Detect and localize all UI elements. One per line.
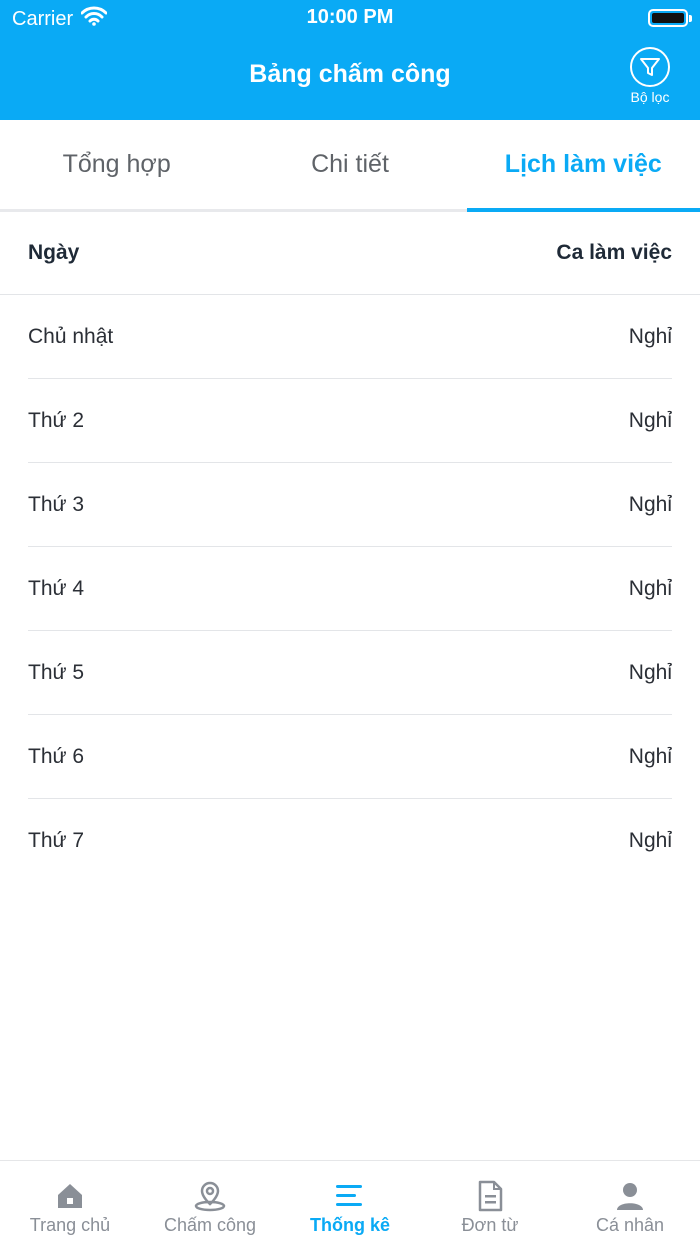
row-day: Thứ 5 [28, 660, 85, 684]
page-title: Bảng chấm công [249, 60, 451, 88]
row-shift: Nghỉ [628, 324, 672, 348]
status-bar: Carrier 10:00 PM [0, 0, 700, 36]
nav-requests-label: Đơn từ [461, 1215, 519, 1235]
status-time: 10:00 PM [306, 6, 394, 28]
nav-statistics[interactable]: Thống kê [280, 1161, 420, 1244]
nav-requests[interactable]: Đơn từ [420, 1161, 560, 1244]
nav-profile-label: Cá nhân [595, 1215, 665, 1235]
row-day: Chủ nhật [28, 324, 114, 348]
row-day: Thứ 2 [28, 408, 85, 432]
location-pin-icon [193, 1179, 227, 1213]
list-lines-icon [335, 1179, 365, 1213]
row-day: Thứ 3 [28, 492, 85, 516]
bottom-tab-bar: Trang chủ Chấm công Thống kê Đơn từ Cá n… [0, 1160, 700, 1244]
nav-profile[interactable]: Cá nhân [560, 1161, 700, 1244]
row-shift: Nghỉ [628, 576, 672, 600]
table-row: Thứ 2 Nghỉ [28, 379, 672, 463]
app-header: Carrier 10:00 PM Bảng chấm công Bộ lọc [0, 0, 700, 120]
table-row: Chủ nhật Nghỉ [28, 295, 672, 379]
tab-work-schedule[interactable]: Lịch làm việc [466, 120, 700, 212]
home-icon [55, 1179, 85, 1213]
filter-label: Bộ lọc [630, 89, 670, 105]
table-row: Thứ 5 Nghỉ [28, 631, 672, 715]
column-header-day: Ngày [28, 241, 80, 264]
row-shift: Nghỉ [628, 492, 672, 516]
table-row: Thứ 3 Nghỉ [28, 463, 672, 547]
row-shift: Nghỉ [628, 408, 672, 432]
nav-statistics-label: Thống kê [310, 1215, 390, 1235]
column-header-shift: Ca làm việc [556, 241, 672, 264]
row-day: Thứ 6 [28, 744, 85, 768]
nav-home-label: Trang chủ [29, 1215, 111, 1235]
nav-check-in[interactable]: Chấm công [140, 1161, 280, 1244]
schedule-list: Chủ nhật Nghỉ Thứ 2 Nghỉ Thứ 3 Nghỉ Thứ … [28, 295, 672, 883]
filter-button[interactable]: Bộ lọc [622, 47, 678, 105]
user-icon [615, 1179, 645, 1213]
document-icon [476, 1179, 504, 1213]
nav-home[interactable]: Trang chủ [0, 1161, 140, 1244]
row-shift: Nghỉ [628, 829, 672, 852]
tab-summary[interactable]: Tổng hợp [0, 120, 233, 209]
filter-icon [630, 47, 670, 87]
table-row: Thứ 4 Nghỉ [28, 547, 672, 631]
table-header: Ngày Ca làm việc [0, 212, 700, 295]
segment-tabs: Tổng hợp Chi tiết Lịch làm việc [0, 120, 700, 212]
row-shift: Nghỉ [628, 660, 672, 684]
row-day: Thứ 4 [28, 576, 85, 600]
tab-detail[interactable]: Chi tiết [233, 120, 466, 209]
row-shift: Nghỉ [628, 744, 672, 768]
battery-icon [648, 9, 692, 27]
table-row: Thứ 7 Nghỉ [28, 799, 672, 883]
nav-check-in-label: Chấm công [163, 1215, 257, 1235]
table-row: Thứ 6 Nghỉ [28, 715, 672, 799]
row-day: Thứ 7 [28, 829, 85, 852]
